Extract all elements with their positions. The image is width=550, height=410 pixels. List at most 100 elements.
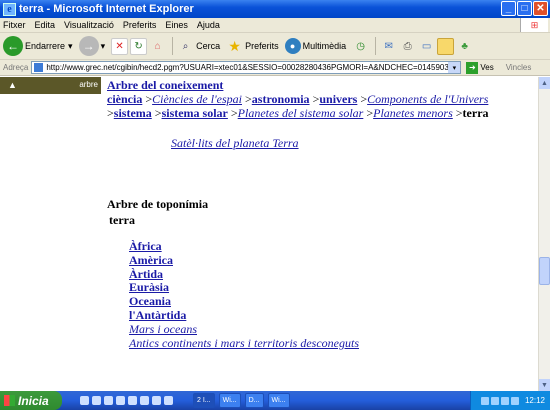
clock[interactable]: 12:12 (525, 396, 545, 405)
favorites-label: Preferits (245, 41, 279, 51)
back-label: Endarrere (25, 41, 66, 51)
menu-file[interactable]: Fitxer (3, 20, 26, 30)
star-icon: ★ (228, 37, 241, 54)
quick-launch-icon[interactable] (128, 396, 137, 405)
quick-launch-icon[interactable] (80, 396, 89, 405)
maximize-button[interactable]: □ (517, 1, 532, 16)
print-icon[interactable]: ⎙ (399, 38, 416, 55)
quick-launch-icon[interactable] (116, 396, 125, 405)
collapse-arrow-icon[interactable]: ▲ (8, 80, 17, 90)
window-title-bar[interactable]: e terra - Microsoft Internet Explorer _ … (0, 0, 550, 18)
mail-icon[interactable]: ✉ (380, 38, 397, 55)
menu-bar: Fitxer Edita Visualització Preferits Ein… (0, 18, 550, 33)
links-button[interactable]: Vincles (506, 63, 532, 72)
breadcrumb-item[interactable]: univers (319, 92, 357, 106)
address-label: Adreça (3, 63, 29, 72)
toolbar: ← Endarrere ▾ → ▾ ✕ ↻ ⌂ ⌕ Cerca ★ Prefer… (0, 33, 550, 60)
quick-launch-icon[interactable] (152, 396, 161, 405)
menu-favorites[interactable]: Preferits (123, 20, 157, 30)
system-tray: 12:12 (470, 391, 550, 410)
satellites-link[interactable]: Satèl·lits del planeta Terra (171, 136, 299, 151)
menu-help[interactable]: Ajuda (197, 20, 220, 30)
breadcrumb: Arbre del coneixement ciència >Ciències … (107, 78, 489, 120)
forward-arrow-icon: → (78, 36, 99, 56)
address-url: http://www.grec.net/cgibin/hecd2.pgm?USU… (46, 63, 461, 72)
toponymy-item[interactable]: Àfrica (129, 239, 359, 254)
tray-icons (480, 396, 519, 405)
toponymy-list: Àfrica Amèrica Àrtida Euràsia Oceania l'… (129, 239, 359, 351)
start-label: Inicia (18, 393, 49, 408)
taskbar-item-ie[interactable]: 2 I... (193, 393, 215, 408)
address-dropdown-icon[interactable]: ▾ (448, 62, 461, 73)
quick-launch-icon[interactable] (104, 396, 113, 405)
vertical-scrollbar[interactable]: ▲ ▼ (538, 77, 550, 391)
tray-icon[interactable] (500, 396, 509, 405)
breadcrumb-item[interactable]: sistema (114, 106, 152, 120)
taskbar-item-label: Wi... (222, 397, 237, 404)
menu-edit[interactable]: Edita (35, 20, 56, 30)
quick-launch-icon[interactable] (140, 396, 149, 405)
breadcrumb-item[interactable]: Planetes del sistema solar (238, 106, 364, 120)
window-controls: _ □ ✕ (501, 1, 548, 16)
back-dropdown-icon[interactable]: ▾ (68, 41, 73, 52)
toponymy-item[interactable]: l'Antàrtida (129, 308, 359, 323)
taskbar-item-doc[interactable]: D... (244, 393, 264, 408)
back-button[interactable]: ← Endarrere ▾ (3, 36, 73, 56)
breadcrumb-item[interactable]: ciència (107, 92, 142, 106)
toponymy-item[interactable]: Antics continents i mars i territoris de… (129, 336, 359, 351)
minimize-button[interactable]: _ (501, 1, 516, 16)
toponymy-item[interactable]: Mars i oceans (129, 322, 359, 337)
go-button[interactable]: ➜ Ves (466, 61, 494, 74)
home-icon[interactable]: ⌂ (149, 38, 166, 55)
toponymy-item[interactable]: Oceania (129, 294, 359, 309)
scroll-thumb[interactable] (539, 257, 550, 285)
menu-tools[interactable]: Eines (165, 20, 188, 30)
breadcrumb-item[interactable]: Planetes menors (373, 106, 453, 120)
media-button[interactable]: ● Multimèdia (284, 38, 347, 54)
discuss-icon[interactable] (437, 37, 455, 55)
scroll-up-icon[interactable]: ▲ (539, 77, 550, 89)
messenger-icon[interactable]: ♣ (456, 38, 473, 55)
breadcrumb-item[interactable]: Ciències de l'espai (152, 92, 242, 106)
breadcrumb-item[interactable]: Components de l'Univers (367, 92, 488, 106)
toponymy-item[interactable]: Àrtida (129, 267, 359, 282)
address-bar: Adreça http://www.grec.net/cgibin/hecd2.… (0, 60, 550, 76)
quick-launch (80, 396, 173, 405)
go-label: Ves (480, 63, 494, 72)
menu-view[interactable]: Visualització (64, 20, 114, 30)
refresh-icon[interactable]: ↻ (130, 37, 148, 55)
history-icon[interactable]: ◷ (352, 38, 369, 55)
taskbar-item-word[interactable]: Wi... (218, 393, 241, 408)
taskbar-item-label: D... (248, 397, 260, 404)
quick-launch-icon[interactable] (92, 396, 101, 405)
taskbar-item-window[interactable]: Wi... (267, 393, 290, 408)
toponymy-item[interactable]: Euràsia (129, 281, 359, 295)
page-content: ▲ arbre Arbre del coneixement ciència >C… (0, 77, 538, 391)
search-button[interactable]: ⌕ Cerca (177, 38, 220, 55)
favorites-button[interactable]: ★ Preferits (226, 37, 279, 55)
tray-icon[interactable] (480, 396, 489, 405)
scroll-down-icon[interactable]: ▼ (539, 379, 550, 391)
media-label: Multimèdia (302, 41, 347, 51)
close-button[interactable]: ✕ (533, 1, 548, 16)
sidebar-header: ▲ arbre (0, 77, 101, 94)
forward-button[interactable]: → ▾ (78, 36, 106, 56)
toponymy-item[interactable]: Amèrica (129, 253, 359, 268)
toolbar-separator (375, 37, 377, 55)
search-icon: ⌕ (182, 40, 189, 52)
breadcrumb-item[interactable]: astronomia (252, 92, 310, 106)
breadcrumb-item[interactable]: sistema solar (162, 106, 228, 120)
windows-flag-icon (4, 395, 15, 406)
start-button[interactable]: Inicia (0, 391, 62, 410)
sidebar-label: arbre (79, 80, 98, 89)
edit-icon[interactable]: ▭ (418, 38, 435, 55)
tray-icon[interactable] (490, 396, 499, 405)
breadcrumb-heading[interactable]: Arbre del coneixement (107, 78, 223, 92)
address-input[interactable]: http://www.grec.net/cgibin/hecd2.pgm?USU… (31, 61, 462, 74)
forward-dropdown-icon[interactable]: ▾ (101, 41, 106, 52)
tray-icon[interactable] (510, 396, 519, 405)
search-label: Cerca (196, 41, 221, 51)
stop-icon[interactable]: ✕ (111, 37, 129, 55)
taskbar-item-label: 2 I... (197, 397, 211, 404)
quick-launch-icon[interactable] (164, 396, 173, 405)
